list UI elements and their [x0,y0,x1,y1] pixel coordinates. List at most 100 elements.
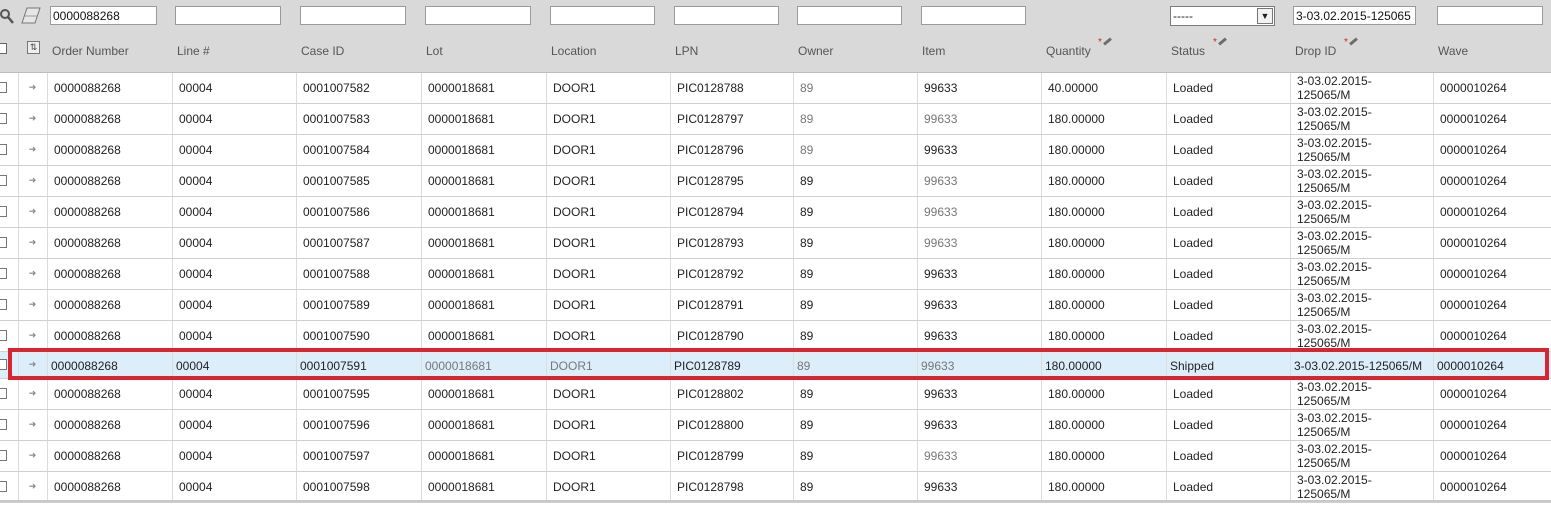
row-arrow-icon[interactable]: ➜ [27,175,38,186]
row-arrow-icon[interactable]: ➜ [27,144,38,155]
select-all-checkbox[interactable] [0,43,7,54]
row-arrow-icon[interactable]: ➜ [27,299,38,310]
cell-lpn: PIC0128797 [677,112,744,126]
column-divider [1433,197,1434,227]
row-checkbox[interactable] [0,359,7,370]
row-arrow-icon[interactable]: ➜ [27,359,38,370]
cell-item: 99633 [924,81,958,95]
column-divider [1041,73,1042,103]
cell-quantity: 180.00000 [1048,418,1105,432]
row-checkbox[interactable] [0,144,7,155]
owner-filter[interactable] [797,6,902,25]
table-row[interactable]: ➜ 0000088268 00004 0001007590 0000018681 DOOR… [0,321,1551,352]
location-filter[interactable] [550,6,655,25]
row-checkbox[interactable] [0,175,7,186]
column-divider [47,135,48,165]
item-filter[interactable] [921,6,1026,25]
row-checkbox[interactable] [0,419,7,430]
column-divider [172,259,173,289]
row-arrow-icon[interactable]: ➜ [27,268,38,279]
column-divider [546,228,547,258]
column-divider [18,228,19,258]
cell-location: DOOR1 [553,112,596,126]
line-filter[interactable] [175,6,281,25]
drop-id-filter[interactable] [1293,6,1416,25]
column-divider [670,104,671,134]
eraser-icon[interactable] [21,7,41,24]
row-checkbox[interactable] [0,268,7,279]
column-divider [47,259,48,289]
table-row[interactable]: ➜ 0000088268 00004 0001007595 0000018681 DOOR… [0,379,1551,410]
row-arrow-icon[interactable]: ➜ [27,481,38,492]
table-row[interactable]: ➜ 0000088268 00004 0001007596 0000018681 DOOR… [0,410,1551,441]
row-checkbox[interactable] [0,206,7,217]
status-filter-select[interactable]: ----- ▼ [1170,6,1275,26]
column-divider [1041,104,1042,134]
cell-owner: 89 [797,359,811,373]
table-row[interactable]: ➜ 0000088268 00004 0001007589 0000018681 DOOR… [0,290,1551,321]
cell-location: DOOR1 [553,143,596,157]
column-divider [670,441,671,471]
col-line[interactable]: Line # [177,43,210,59]
column-divider [793,379,794,409]
row-arrow-icon[interactable]: ➜ [27,330,38,341]
column-divider [47,352,48,378]
cell-wave: 0000010264 [1440,205,1507,219]
row-checkbox[interactable] [0,330,7,341]
lpn-filter[interactable] [674,6,779,25]
order-number-filter[interactable] [50,6,157,25]
col-drop-id-label: Drop ID [1295,44,1337,58]
row-arrow-icon[interactable]: ➜ [27,388,38,399]
col-case-id[interactable]: Case ID [301,43,344,59]
column-divider [670,321,671,351]
column-divider [917,379,918,409]
row-arrow-icon[interactable]: ➜ [27,113,38,124]
col-order-number[interactable]: Order Number [52,43,129,59]
chevron-down-icon[interactable]: ▼ [1257,8,1273,24]
col-drop-id[interactable]: Drop ID * [1295,37,1358,59]
row-checkbox[interactable] [0,237,7,248]
drop-id-line-2: 125065/M [1297,456,1351,470]
cell-drop-id: 3-03.02.2015-125065/M [1297,322,1417,350]
row-arrow-icon[interactable]: ➜ [27,450,38,461]
table-row[interactable]: ➜ 0000088268 00004 0001007587 0000018681 DOOR… [0,228,1551,259]
wave-filter[interactable] [1437,6,1543,25]
table-row[interactable]: ➜ 0000088268 00004 0001007588 0000018681 DOOR… [0,259,1551,290]
row-checkbox[interactable] [0,82,7,93]
row-arrow-icon[interactable]: ➜ [27,419,38,430]
col-status[interactable]: Status * [1171,37,1227,59]
row-checkbox[interactable] [0,299,7,310]
row-arrow-icon[interactable]: ➜ [27,237,38,248]
lot-filter[interactable] [425,6,531,25]
row-arrow-icon[interactable]: ➜ [27,206,38,217]
col-location[interactable]: Location [551,43,596,59]
table-row[interactable]: ➜ 0000088268 00004 0001007586 0000018681 DOOR… [0,197,1551,228]
column-settings-icon[interactable]: ⇅ [27,41,40,54]
table-row[interactable]: ➜ 0000088268 00004 0001007585 0000018681 DOOR… [0,166,1551,197]
row-checkbox[interactable] [0,113,7,124]
table-row[interactable]: ➜ 0000088268 00004 0001007597 0000018681 DOOR… [0,441,1551,472]
col-item[interactable]: Item [922,43,945,59]
row-arrow-icon[interactable]: ➜ [27,82,38,93]
row-checkbox[interactable] [0,450,7,461]
cell-lpn: PIC0128802 [677,387,744,401]
table-row[interactable]: ➜ 0000088268 00004 0001007584 0000018681 DOOR… [0,135,1551,166]
column-divider [1041,259,1042,289]
column-divider [47,441,48,471]
table-row[interactable]: ➜ 0000088268 00004 0001007583 0000018681 DOOR… [0,104,1551,135]
search-icon[interactable] [0,8,14,24]
table-row[interactable]: ➜ 0000088268 00004 0001007582 0000018681 DOOR… [0,73,1551,104]
col-quantity[interactable]: Quantity * [1046,37,1112,59]
col-wave[interactable]: Wave [1438,43,1468,59]
col-lot[interactable]: Lot [426,43,443,59]
row-checkbox[interactable] [0,481,7,492]
column-divider [917,73,918,103]
table-row-selected[interactable]: ➜ 0000088268 00004 0001007591 0000018681 DOOR… [0,352,1551,379]
case-id-filter[interactable] [300,6,406,25]
column-divider [1290,410,1291,440]
col-owner[interactable]: Owner [798,43,833,59]
col-lpn[interactable]: LPN [675,43,698,59]
cell-lot: 0000018681 [428,112,495,126]
row-checkbox[interactable] [0,388,7,399]
table-row[interactable]: ➜ 0000088268 00004 0001007598 0000018681 DOOR… [0,472,1551,503]
